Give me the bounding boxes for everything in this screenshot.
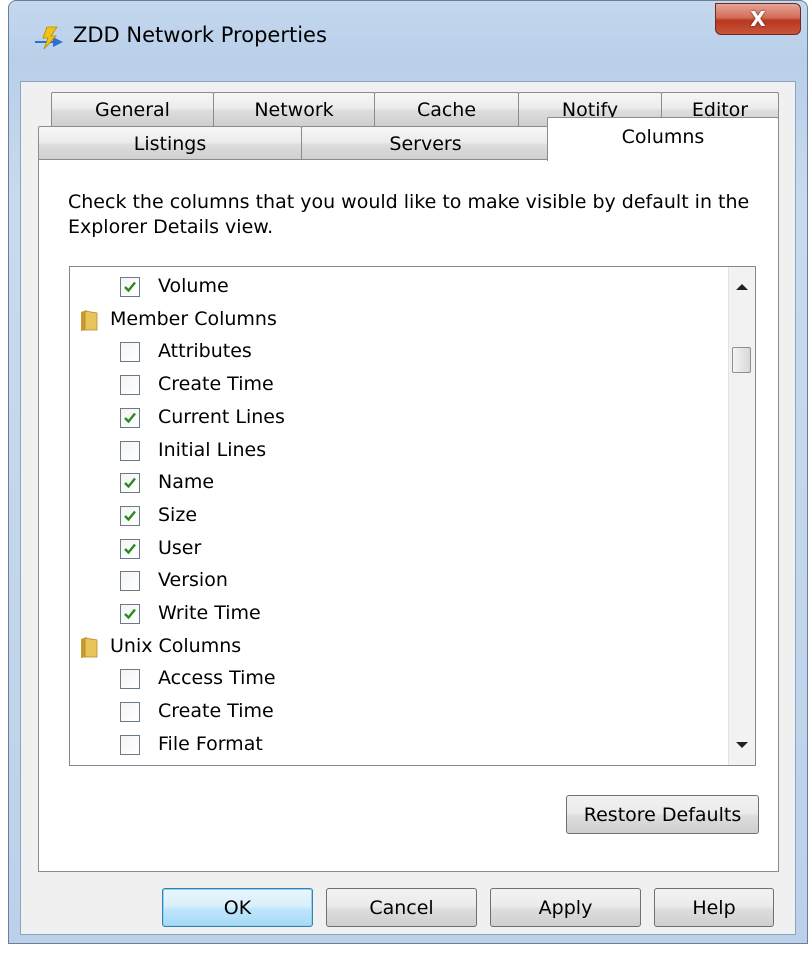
checkbox-checked[interactable]	[120, 505, 140, 526]
checkmark-icon	[124, 608, 136, 620]
tree-item: Attributes	[70, 336, 730, 369]
window-title: ZDD Network Properties	[73, 23, 327, 47]
tree-item-label: Volume	[158, 275, 229, 297]
checkmark-icon	[124, 543, 136, 554]
tree-item-label: Create Time	[158, 373, 274, 396]
checkbox-unchecked[interactable]	[120, 702, 140, 723]
tree-item-label: Create Time	[158, 700, 274, 723]
checkbox-checked[interactable]	[120, 277, 140, 297]
checkbox-unchecked[interactable]	[120, 375, 140, 396]
properties-dialog: ZDD Network Properties X General Network…	[8, 0, 808, 944]
apply-button[interactable]: Apply	[490, 888, 641, 927]
tree-item-label: Write Time	[158, 602, 261, 624]
checkbox-checked[interactable]	[120, 604, 140, 624]
columns-tab-panel: Check the columns that you would like to…	[38, 159, 779, 872]
tree-item-label: Access Time	[158, 667, 276, 690]
dialog-client-area: General Network Cache Notify Editor List…	[20, 81, 796, 935]
tree-group-label: Member Columns	[110, 307, 277, 330]
tree-item-label: Attributes	[158, 340, 252, 363]
tree-item-label: User	[158, 536, 202, 559]
tree-item: Create Time	[70, 696, 730, 729]
tree-item: Name	[70, 467, 730, 500]
tree-item: Current Lines	[70, 402, 730, 435]
tree-item-label: Current Lines	[158, 405, 285, 428]
tree-item-label: File Format	[158, 732, 263, 755]
checkbox-checked[interactable]	[120, 407, 140, 428]
instructions-text: Check the columns that you would like to…	[68, 191, 750, 238]
tree-item-label: Initial Lines	[158, 438, 267, 461]
tree-item: Initial Lines	[70, 435, 730, 468]
tree-item: Size	[70, 500, 730, 533]
tree-item: Volume	[70, 271, 730, 304]
tab-servers[interactable]: Servers	[301, 126, 550, 160]
tree-group-label: Unix Columns	[110, 634, 242, 657]
tab-general[interactable]: General	[51, 92, 214, 126]
folder-icon	[81, 636, 98, 658]
tree-item-label: Version	[158, 569, 228, 592]
tab-columns[interactable]: Columns	[547, 117, 779, 161]
scrollbar-thumb[interactable]	[732, 347, 751, 373]
tree-item-label: Size	[158, 503, 198, 526]
close-icon: X	[750, 7, 766, 31]
close-button[interactable]: X	[715, 3, 801, 35]
checkmark-icon	[124, 510, 136, 522]
tree-item-label: Name	[158, 471, 215, 494]
checkmark-icon	[124, 412, 136, 424]
checkbox-unchecked[interactable]	[120, 734, 140, 755]
checkmark-icon	[124, 477, 136, 489]
tree-item: Write Time	[70, 598, 730, 631]
tab-listings[interactable]: Listings	[38, 126, 302, 160]
ok-button[interactable]: OK	[162, 888, 313, 927]
vertical-scrollbar[interactable]	[728, 267, 755, 765]
restore-defaults-button[interactable]: Restore Defaults	[566, 795, 759, 834]
title-bar[interactable]: ZDD Network Properties X	[9, 1, 807, 73]
columns-tree[interactable]: Volume Member Columns Attributes Create Tim…	[69, 266, 756, 766]
checkbox-unchecked[interactable]	[120, 669, 140, 690]
tree-item: Version	[70, 565, 730, 598]
checkbox-unchecked[interactable]	[120, 342, 140, 363]
network-drive-icon	[35, 26, 63, 50]
checkmark-icon	[124, 281, 136, 293]
checkbox-checked[interactable]	[120, 473, 140, 494]
tab-network[interactable]: Network	[213, 92, 375, 126]
tree-item: File Format	[70, 729, 730, 762]
checkbox-checked[interactable]	[120, 538, 140, 559]
tree-group[interactable]: Unix Columns	[70, 631, 730, 664]
tree-content: Volume Member Columns Attributes Create Tim…	[70, 267, 730, 765]
scroll-up-arrow-icon[interactable]	[736, 284, 748, 290]
tree-group[interactable]: Member Columns	[70, 304, 730, 337]
checkbox-unchecked[interactable]	[120, 440, 140, 461]
scroll-down-arrow-icon[interactable]	[736, 742, 748, 748]
help-button[interactable]: Help	[654, 888, 774, 927]
checkbox-unchecked[interactable]	[120, 571, 140, 592]
cancel-button[interactable]: Cancel	[326, 888, 477, 927]
folder-icon	[81, 309, 98, 331]
tab-cache[interactable]: Cache	[374, 92, 519, 126]
tree-item: Access Time	[70, 663, 730, 696]
tree-item: Create Time	[70, 369, 730, 402]
tree-item: User	[70, 533, 730, 566]
